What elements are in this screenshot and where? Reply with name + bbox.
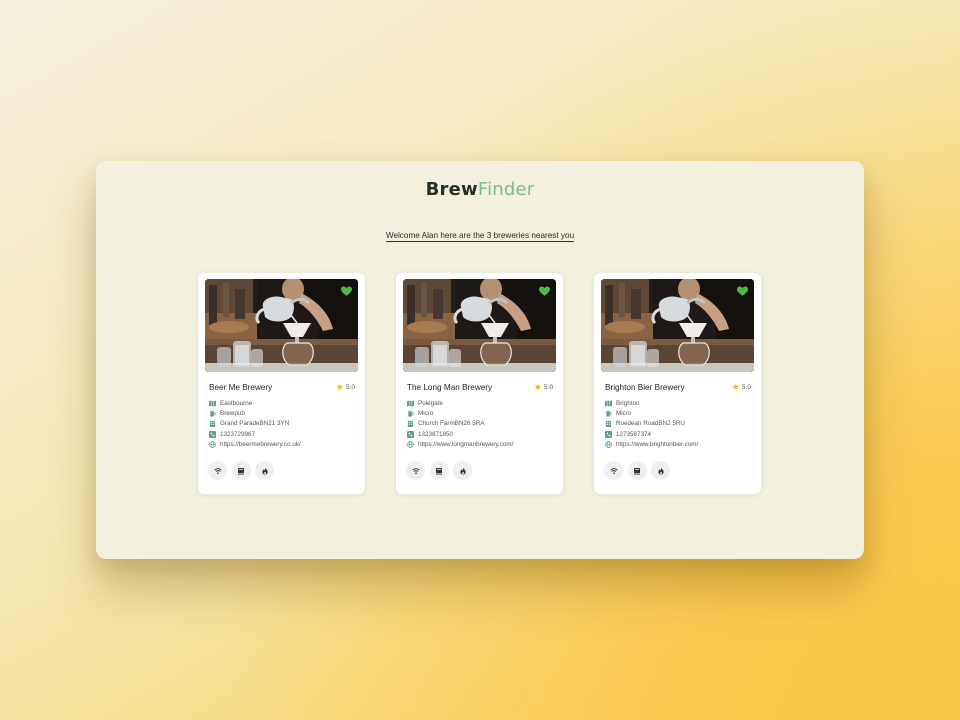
building-icon [209, 420, 216, 427]
map-icon [209, 400, 216, 407]
welcome-text: Welcome Alan here are the 3 breweries ne… [385, 231, 575, 242]
website-link[interactable]: https://beermebrewery.co.uk/ [220, 441, 301, 448]
wifi-badge [406, 461, 425, 480]
detail-town: Polegate [407, 398, 555, 408]
detail-phone: 1323729967 [209, 429, 357, 439]
town-text: Polegate [418, 399, 443, 407]
building-icon [605, 420, 612, 427]
coffee-pour-photo [205, 279, 358, 372]
brewery-rating: ★ 5.0 [732, 382, 751, 393]
brewery-name: The Long Man Brewery [407, 383, 493, 392]
fire-icon [657, 467, 665, 475]
detail-website: https://www.brightonbier.com/ [605, 440, 753, 450]
detail-phone: 1323871850 [407, 429, 555, 439]
beer-icon [407, 410, 414, 417]
beer-icon [209, 410, 216, 417]
welcome-message: Welcome Alan here are the 3 breweries ne… [96, 230, 864, 242]
coffee-pour-photo [403, 279, 556, 372]
address-text: Grand ParadeBN21 3YN [220, 420, 290, 428]
fire-badge [651, 461, 670, 480]
map-icon [605, 400, 612, 407]
brewery-card[interactable]: Beer Me Brewery ★ 5.0 Eastbourne Brewpub … [198, 273, 365, 494]
detail-type: Micro [407, 408, 555, 418]
brewery-card[interactable]: Brighton Bier Brewery ★ 5.0 Brighton Micr… [594, 273, 761, 494]
town-text: Eastbourne [220, 399, 253, 407]
phone-icon [407, 431, 414, 438]
logo-finder-text: Finder [477, 179, 535, 200]
rating-value: 5.0 [345, 384, 355, 391]
star-icon: ★ [731, 382, 740, 392]
globe-icon [407, 441, 414, 448]
detail-address: Church FarmBN26 5RA [407, 419, 555, 429]
beer-icon [605, 410, 612, 417]
wifi-icon [412, 467, 420, 475]
rating-value: 5.0 [543, 384, 553, 391]
website-link[interactable]: https://www.brightonbier.com/ [616, 441, 698, 448]
wifi-badge [208, 461, 227, 480]
brewery-photo [403, 279, 556, 372]
detail-type: Brewpub [209, 408, 357, 418]
phone-text: 1323871850 [418, 430, 454, 438]
brewery-details: Polegate Micro Church FarmBN26 5RA 13238… [407, 398, 555, 450]
heart-icon[interactable] [341, 286, 352, 297]
address-text: Church FarmBN26 5RA [418, 420, 485, 428]
amenities [208, 461, 279, 480]
phone-text: 1273587374 [616, 430, 652, 438]
app-window: BrewFinder Welcome Alan here are the 3 b… [96, 161, 864, 559]
globe-icon [605, 441, 612, 448]
brewery-rating: ★ 5.0 [336, 382, 355, 393]
food-badge [231, 461, 251, 480]
fire-icon [261, 467, 269, 475]
map-icon [407, 400, 414, 407]
detail-address: Roedean RoadBN2 5RU [605, 419, 753, 429]
detail-town: Eastbourne [209, 398, 357, 408]
phone-icon [605, 431, 612, 438]
brewery-name: Beer Me Brewery [209, 383, 273, 392]
wifi-icon [610, 467, 618, 475]
heart-icon[interactable] [539, 286, 550, 297]
address-text: Roedean RoadBN2 5RU [616, 420, 685, 428]
food-icon [237, 467, 245, 475]
star-icon: ★ [335, 382, 344, 392]
amenities [406, 461, 477, 480]
phone-text: 1323729967 [220, 430, 256, 438]
food-badge [627, 461, 647, 480]
amenities [604, 461, 675, 480]
detail-address: Grand ParadeBN21 3YN [209, 419, 357, 429]
star-icon: ★ [533, 382, 542, 392]
wifi-icon [214, 467, 222, 475]
detail-website: https://beermebrewery.co.uk/ [209, 440, 357, 450]
fire-badge [453, 461, 472, 480]
detail-website: https://www.longmanbrewery.com/ [407, 440, 555, 450]
food-badge [429, 461, 449, 480]
brewery-card[interactable]: The Long Man Brewery ★ 5.0 Polegate Micro… [396, 273, 563, 494]
detail-town: Brighton [605, 398, 753, 408]
fire-icon [459, 467, 467, 475]
type-text: Brewpub [220, 410, 245, 418]
brewfinder-logo[interactable]: BrewFinder [96, 178, 864, 202]
heart-icon[interactable] [737, 286, 748, 297]
detail-phone: 1273587374 [605, 429, 753, 439]
type-text: Micro [418, 410, 434, 418]
food-icon [633, 467, 641, 475]
detail-type: Micro [605, 408, 753, 418]
website-link[interactable]: https://www.longmanbrewery.com/ [418, 441, 513, 448]
brewery-name: Brighton Bier Brewery [605, 383, 685, 392]
phone-icon [209, 431, 216, 438]
logo-brew-text: Brew [425, 179, 478, 200]
fire-badge [255, 461, 274, 480]
town-text: Brighton [616, 399, 640, 407]
type-text: Micro [616, 410, 632, 418]
food-icon [435, 467, 443, 475]
brewery-photo [205, 279, 358, 372]
brewery-rating: ★ 5.0 [534, 382, 553, 393]
building-icon [407, 420, 414, 427]
rating-value: 5.0 [741, 384, 751, 391]
brewery-photo [601, 279, 754, 372]
globe-icon [209, 441, 216, 448]
brewery-details: Eastbourne Brewpub Grand ParadeBN21 3YN … [209, 398, 357, 450]
coffee-pour-photo [601, 279, 754, 372]
wifi-badge [604, 461, 623, 480]
brewery-details: Brighton Micro Roedean RoadBN2 5RU 12735… [605, 398, 753, 450]
